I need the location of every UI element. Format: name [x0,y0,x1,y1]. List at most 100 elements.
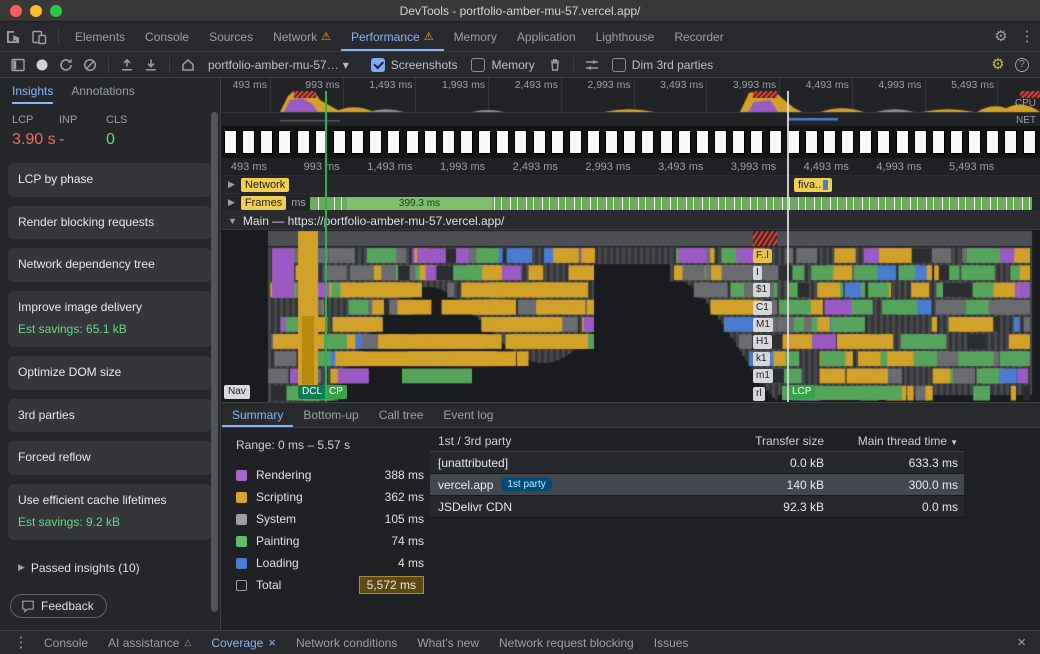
insight-card[interactable]: Forced reflow [8,441,212,475]
screenshot-frame[interactable] [678,130,691,154]
minimize-window-button[interactable] [30,5,42,17]
flame-frame-label[interactable]: $1 [753,283,770,297]
network-request-chip[interactable]: fiva.. [794,178,832,192]
screenshot-frame[interactable] [514,130,527,154]
screenshot-frame[interactable] [641,130,654,154]
timeline-ruler[interactable]: 493 ms993 ms1,493 ms1,993 ms2,493 ms2,99… [222,78,1040,91]
screenshot-frame[interactable] [950,130,963,154]
panel-tab[interactable]: Console [135,22,199,51]
clear-icon[interactable] [78,54,102,76]
table-row[interactable]: vercel.app1st party 140 kB 300.0 ms [430,474,964,496]
screenshot-frame[interactable] [877,130,890,154]
sidebar-tab[interactable]: Annotations [71,84,134,104]
table-row[interactable]: JSDelivr CDN 92.3 kB 0.0 ms [430,496,964,518]
caret-down-icon[interactable]: ▼ [228,216,237,226]
panel-tab[interactable]: Memory [444,22,507,51]
kebab-menu-icon[interactable]: ⋮ [1014,25,1040,49]
screenshot-frame[interactable] [551,130,564,154]
screenshot-frame[interactable] [968,130,981,154]
capture-settings-gear-icon[interactable]: ⚙ [986,54,1010,76]
inspect-element-icon[interactable] [0,25,26,49]
screenshot-frame[interactable] [387,130,400,154]
screenshot-frame[interactable] [333,130,346,154]
insight-card[interactable]: Network dependency tree [8,248,212,282]
load-profile-icon[interactable] [115,54,139,76]
flame-chart[interactable]: F..lI$1C1M1H1k1m1rl Nav DCL CP LCP [222,230,1040,402]
dcl-marker[interactable]: DCL [298,385,326,399]
flame-frame-label[interactable]: m1 [753,369,773,383]
flame-frame-label[interactable]: M1 [753,318,773,332]
collect-garbage-icon[interactable] [543,54,567,76]
screenshot-frame[interactable] [351,130,364,154]
screenshot-frame[interactable] [278,130,291,154]
screenshot-frame[interactable] [660,130,673,154]
screenshot-frame[interactable] [732,130,745,154]
flame-frame-label[interactable]: rl [753,387,765,401]
environment-settings-icon[interactable] [580,54,604,76]
screenshot-frame[interactable] [460,130,473,154]
screenshot-frame[interactable] [932,130,945,154]
screenshot-frame[interactable] [406,130,419,154]
bottom-tab[interactable]: Bottom-up [293,403,368,427]
drawer-tab[interactable]: Network request blocking [489,631,644,654]
feedback-button[interactable]: Feedback [10,594,107,618]
screenshot-frame[interactable] [569,130,582,154]
insight-card[interactable]: Use efficient cache lifetimes Est saving… [8,484,212,540]
bottom-tab[interactable]: Event log [433,403,503,427]
passed-insights-toggle[interactable]: ▶ Passed insights (10) [12,561,220,575]
screenshot-frame[interactable] [696,130,709,154]
flame-frame-label[interactable]: I [753,266,762,280]
insight-card[interactable]: Optimize DOM size [8,356,212,390]
table-row[interactable]: [unattributed] 0.0 kB 633.3 ms [430,452,964,474]
screenshot-frame[interactable] [369,130,382,154]
panel-tab[interactable]: Network ⚠ [263,22,341,51]
insight-card[interactable]: 3rd parties [8,399,212,433]
panel-tab[interactable]: Performance ⚠ [341,22,444,51]
screenshot-frame[interactable] [533,130,546,154]
screenshot-frame[interactable] [750,130,763,154]
panel-tab[interactable]: Application [507,22,586,51]
live-metrics-icon[interactable] [176,54,200,76]
panel-tab[interactable]: Sources [199,22,263,51]
table-header[interactable]: 1st / 3rd party Transfer size Main threa… [430,430,964,452]
screenshot-frame[interactable] [478,130,491,154]
screenshot-frame[interactable] [260,130,273,154]
screenshot-frame[interactable] [605,130,618,154]
help-icon[interactable]: ? [1010,54,1034,76]
screenshot-frame[interactable] [823,130,836,154]
screenshot-frame[interactable] [442,130,455,154]
insight-card[interactable]: Improve image delivery Est savings: 65.1… [8,291,212,347]
drawer-kebab-icon[interactable]: ⋮ [8,631,34,654]
bottom-tab[interactable]: Summary [222,403,293,427]
fcp-marker[interactable]: CP [325,385,347,399]
bottom-tab[interactable]: Call tree [369,403,434,427]
flame-frame-label[interactable]: k1 [753,352,770,366]
metric[interactable]: LCP 3.90 s [12,114,59,149]
screenshot-frame[interactable] [914,130,927,154]
screenshots-checkbox[interactable]: Screenshots [371,58,458,72]
close-window-button[interactable] [10,5,22,17]
screenshot-frame[interactable] [1023,130,1036,154]
timeline-overview[interactable]: 493 ms993 ms1,493 ms1,993 ms2,493 ms2,99… [222,78,1040,126]
drawer-tab[interactable]: Network conditions [286,631,407,654]
screenshot-frame[interactable] [841,130,854,154]
main-thread-header[interactable]: ▼ Main — https://portfolio-amber-mu-57.v… [222,212,1040,230]
drawer-tab[interactable]: AI assistance △ [98,631,201,654]
screenshot-frame[interactable] [714,130,727,154]
caret-right-icon[interactable]: ▶ [228,179,235,190]
network-track[interactable]: ▶ Network fiva.. [222,176,1040,194]
screenshot-frame[interactable] [787,130,800,154]
close-icon[interactable]: × [268,635,276,650]
record-icon[interactable] [30,54,54,76]
caret-right-icon[interactable]: ▶ [228,197,235,208]
panel-tab[interactable]: Recorder [664,22,733,51]
timeline-ruler-detail[interactable]: 493 ms993 ms1,493 ms1,993 ms2,493 ms2,99… [222,158,1040,176]
screenshot-frame[interactable] [224,130,237,154]
screenshot-frame[interactable] [805,130,818,154]
drawer-tab[interactable]: Coverage × [201,631,286,654]
insight-card[interactable]: Render blocking requests [8,206,212,240]
long-frame-segment[interactable]: 399.3 ms [347,197,492,210]
device-toolbar-icon[interactable] [26,25,52,49]
lcp-marker[interactable]: LCP [788,385,815,399]
nav-marker[interactable]: Nav [224,385,250,399]
